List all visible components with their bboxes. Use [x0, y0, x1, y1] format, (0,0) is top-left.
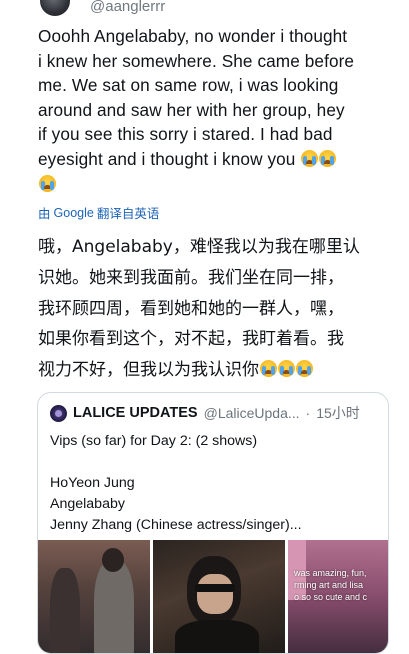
quote-line: HoYeon Jung: [50, 475, 135, 491]
quoted-author-name[interactable]: LALICE UPDATES: [73, 405, 198, 421]
google-brand: Google: [53, 205, 94, 220]
author-handle[interactable]: @aanglerrr: [90, 0, 165, 15]
quote-line: Vips (so far) for Day 2: (2 shows): [50, 433, 258, 449]
author-avatar[interactable]: [40, 0, 70, 16]
translation-line: 视力不好，但我以为我认识你: [38, 360, 259, 381]
crying-face-icon: [301, 149, 319, 167]
translated-by-google[interactable]: 由 Google 翻译自英语: [38, 203, 159, 222]
quoted-tweet-card[interactable]: LALICE UPDATES @LaliceUpda... · 15小时 Vip…: [37, 392, 389, 654]
quote-line: Angelababy: [50, 496, 125, 512]
quote-line: Jenny Zhang (Chinese actress/singer)...: [50, 517, 302, 533]
translation-line: 如果你看到这个，对不起，我盯着看。我: [38, 329, 344, 350]
media-photo-3[interactable]: was amazing, fun, rming art and lisa o s…: [288, 540, 388, 653]
translation-line: 哦，Angelababy，难怪我以为我在哪里认: [38, 237, 360, 257]
crying-face-icon: [296, 360, 313, 378]
media-photo-2[interactable]: [153, 540, 285, 653]
crying-face-icon: [260, 360, 277, 378]
crying-face-icon: [39, 174, 56, 192]
translation-line: 我环顾四周，看到她和她的一群人，嘿，: [38, 298, 344, 319]
tweet-author-row[interactable]: @aanglerrr: [0, 0, 409, 22]
tweet-line: Ooohh Angelababy, no wonder i thought: [38, 26, 348, 46]
translated-tweet-body: 哦，Angelababy，难怪我以为我在哪里认 识她。她来到我面前。我们坐在同一…: [38, 232, 390, 386]
tweet-line: around and saw her with her group, hey: [38, 99, 345, 120]
tweet-line: if you see this sorry i stared. I had ba…: [38, 124, 333, 145]
tweet-line: eyesight and i thought i know you: [38, 148, 296, 169]
quoted-author-avatar[interactable]: [50, 404, 67, 422]
tweet-body: Ooohh Angelababy, no wonder i thought i …: [38, 24, 390, 196]
quoted-author-handle[interactable]: @LaliceUpda...: [204, 405, 300, 421]
quoted-tweet-body: Vips (so far) for Day 2: (2 shows) HoYeo…: [50, 431, 370, 536]
separator-dot: ·: [305, 405, 311, 421]
quoted-tweet-header: LALICE UPDATES @LaliceUpda... · 15小时: [50, 403, 360, 423]
media-photo-1[interactable]: [38, 540, 150, 653]
media-caption: was amazing, fun, rming art and lisa o s…: [294, 568, 368, 602]
crying-face-icon: [278, 360, 295, 378]
translate-action-link[interactable]: 翻译自英语: [97, 203, 160, 222]
crying-face-icon: [319, 149, 337, 167]
translation-line: 识她。她来到我面前。我们坐在同一排，: [38, 267, 344, 288]
quoted-tweet-timestamp[interactable]: 15小时: [316, 403, 360, 423]
translate-by-label: 由: [38, 207, 51, 221]
tweet-line: me. We sat on same row, i was looking: [38, 75, 339, 96]
tweet-line: i knew her somewhere. She came before: [38, 50, 355, 71]
